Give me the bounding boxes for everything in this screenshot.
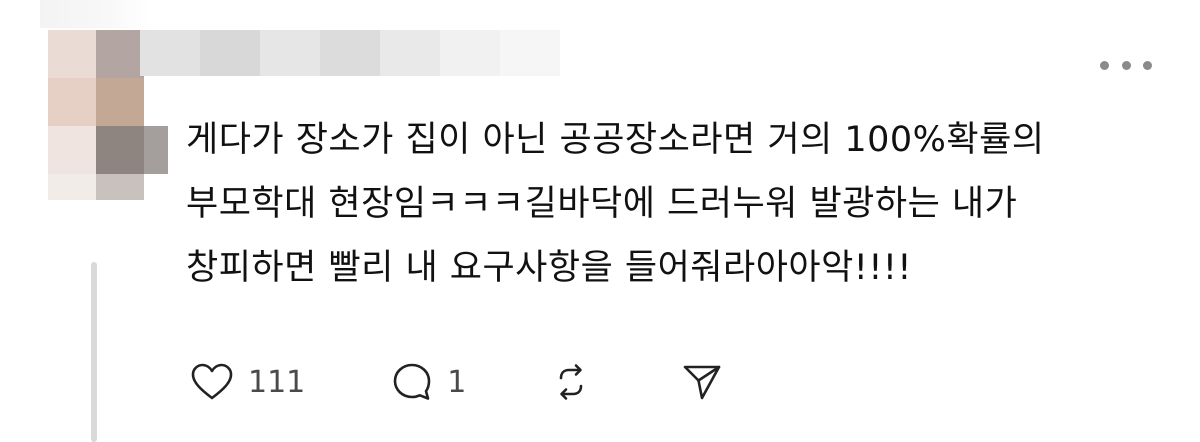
repost-button[interactable] — [550, 361, 592, 403]
post-text-line: 부모학대 현장임ㅋㅋㅋ길바닥에 드러누워 발광하는 내가 — [186, 184, 1018, 224]
thread-post: 게다가 장소가 집이 아닌 공공장소라면 거의 100%확률의 부모학대 현장임… — [0, 0, 1200, 442]
heart-icon — [190, 362, 234, 402]
action-bar: 111 1 — [190, 358, 724, 406]
send-icon — [680, 361, 724, 403]
post-text: 게다가 장소가 집이 아닌 공공장소라면 거의 100%확률의 부모학대 현장임… — [186, 108, 1166, 300]
more-horizontal-icon — [1100, 60, 1109, 70]
like-button[interactable]: 111 — [190, 362, 305, 402]
blur-artifact — [40, 0, 150, 28]
like-count: 111 — [248, 364, 306, 400]
post-text-line: 창피하면 빨리 내 요구사항을 들어줘라아아악!!!! — [186, 248, 912, 288]
thread-line — [91, 262, 97, 442]
repost-icon — [550, 361, 592, 403]
comment-icon — [391, 361, 433, 403]
share-button[interactable] — [680, 361, 724, 403]
post-text-line: 게다가 장소가 집이 아닌 공공장소라면 거의 100%확률의 — [186, 120, 1045, 160]
username-blurred[interactable] — [140, 30, 560, 76]
reply-count: 1 — [447, 364, 467, 400]
reply-button[interactable]: 1 — [391, 361, 466, 403]
more-options-button[interactable] — [1100, 52, 1152, 78]
